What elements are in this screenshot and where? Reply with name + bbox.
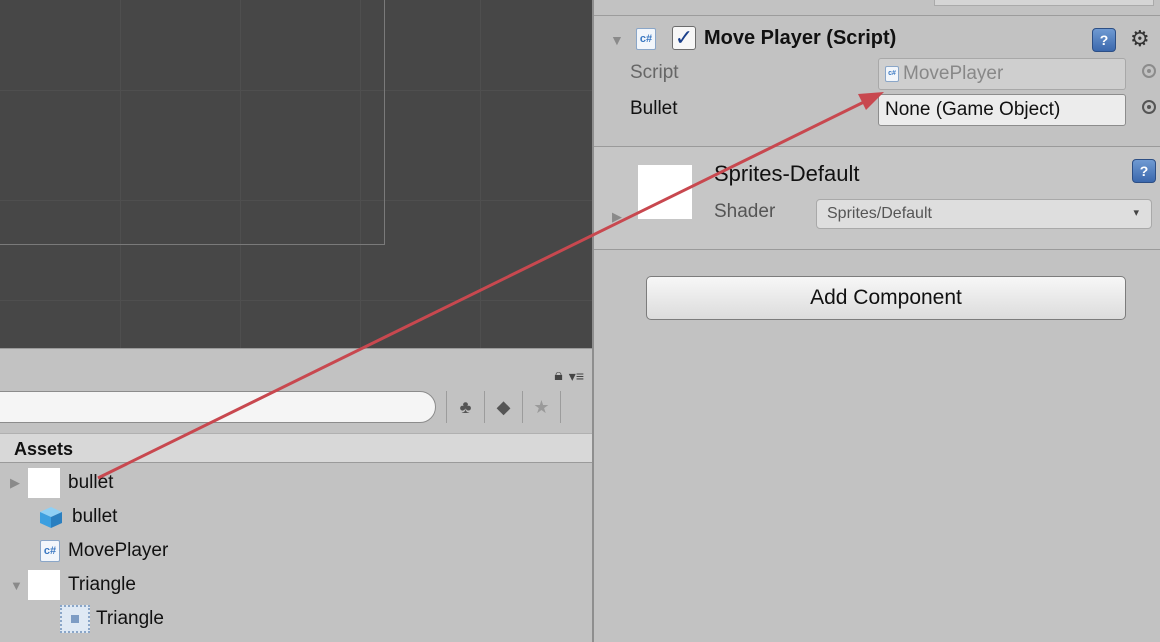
asset-label: bullet [68, 472, 114, 493]
add-component-button[interactable]: Add Component [646, 276, 1126, 320]
component-header[interactable]: ▼ c# ✓ Move Player (Script) [594, 18, 1160, 58]
asset-item-triangle-sprite[interactable]: ▼ Triangle [10, 569, 136, 601]
sprite-icon [60, 605, 90, 633]
foldout-arrow-icon[interactable]: ▶ [612, 209, 622, 225]
field-stub [934, 0, 1154, 6]
script-property-label: Script [630, 62, 679, 83]
material-preview-thumbnail [638, 165, 692, 219]
component-enabled-checkbox[interactable]: ✓ [672, 26, 696, 50]
asset-label: MovePlayer [68, 540, 169, 561]
project-search-input[interactable] [0, 391, 436, 423]
prefab-cube-icon [40, 507, 62, 528]
script-property-row: Script c# MovePlayer [630, 56, 1160, 90]
shader-dropdown[interactable]: Sprites/Default ▾ [816, 199, 1152, 229]
material-name: Sprites-Default [714, 161, 860, 186]
inspector-top-strip [594, 0, 1160, 16]
shader-label: Shader [714, 201, 776, 222]
script-reference-value: MovePlayer [903, 63, 1004, 84]
bullet-object-field[interactable]: None (Game Object) [878, 94, 1126, 126]
help-icon[interactable]: ? [1092, 28, 1116, 52]
bullet-property-row: Bullet None (Game Object) [630, 92, 1160, 126]
tag-icon[interactable]: ◆ [485, 391, 523, 423]
grid-line [0, 300, 592, 301]
assets-header[interactable]: Assets [0, 433, 592, 463]
asset-item-moveplayer-script[interactable]: c# MovePlayer [40, 535, 168, 567]
asset-label: Triangle [68, 574, 136, 595]
script-icon: c# [636, 28, 656, 50]
foldout-open-arrow-icon[interactable]: ▼ [610, 32, 624, 48]
bullet-field-value: None (Game Object) [885, 99, 1061, 120]
component-title: Move Player (Script) [704, 27, 897, 49]
sprite-thumbnail-icon [28, 570, 60, 600]
shader-dropdown-value: Sprites/Default [827, 205, 932, 222]
asset-item-triangle-subsprite[interactable]: Triangle [60, 603, 164, 635]
foldout-arrow-icon[interactable]: ▶ [10, 475, 28, 491]
asset-label: Triangle [96, 608, 164, 629]
script-icon: c# [885, 65, 899, 82]
inspector-panel: ▼ c# ✓ Move Player (Script) ? ⚙︎ Script … [592, 0, 1160, 642]
project-panel: 🔒︎ ▾≡ ♣ ◆ ★ Assets ▶ bullet bullet c# Mo… [0, 348, 592, 642]
gear-icon[interactable]: ⚙︎ [1130, 26, 1150, 52]
object-picker-icon [1142, 64, 1156, 78]
asset-label: bullet [72, 506, 118, 527]
script-reference-field: c# MovePlayer [878, 58, 1126, 90]
sprite-thumbnail-icon [28, 468, 60, 498]
filter-button-group: ♣ ◆ ★ [446, 391, 561, 423]
dropdown-arrow-icon: ▾ [1133, 207, 1139, 219]
star-icon[interactable]: ★ [523, 391, 561, 423]
menu-icon[interactable]: ▾≡ [569, 368, 584, 385]
asset-item-bullet-prefab[interactable]: bullet [38, 501, 117, 533]
help-icon[interactable]: ? [1132, 159, 1156, 183]
foldout-open-arrow-icon[interactable]: ▼ [10, 578, 28, 593]
bullet-property-label: Bullet [630, 98, 678, 119]
camera-bounds-outline [0, 0, 385, 245]
shapes-icon[interactable]: ♣ [447, 391, 485, 423]
script-icon: c# [40, 540, 60, 562]
asset-item-bullet-sprite[interactable]: ▶ bullet [10, 467, 113, 499]
material-section: ▶ Sprites-Default Shader Sprites/Default… [594, 146, 1160, 250]
grid-line [480, 0, 481, 348]
object-picker-icon[interactable] [1142, 100, 1156, 114]
project-panel-toolbar: 🔒︎ ▾≡ [554, 367, 584, 385]
scene-view[interactable] [0, 0, 592, 348]
lock-icon[interactable]: 🔒︎ [554, 367, 563, 385]
